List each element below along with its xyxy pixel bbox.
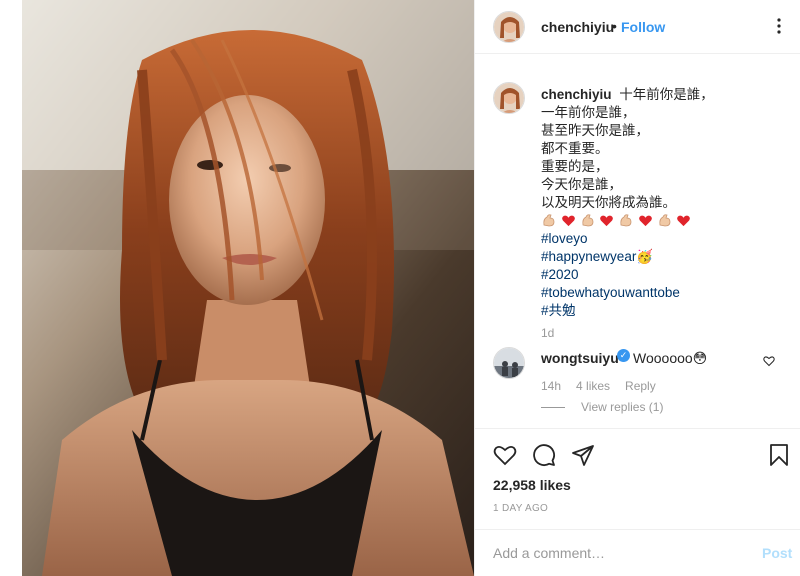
more-icon[interactable] [771, 17, 787, 35]
post-header: chenchiyiu • Follow [475, 0, 800, 54]
hashtag-link[interactable]: #2020 [541, 266, 791, 284]
caption-line-5: 重要的是， [541, 159, 609, 174]
comment-timestamp[interactable]: 14h [541, 379, 561, 393]
hashtag-link[interactable]: #happynewyear🥳 [541, 248, 791, 266]
heart-emoji-icon [638, 215, 652, 227]
verified-badge-icon: ✓ [617, 349, 630, 362]
separator-dot: • [612, 18, 617, 34]
flexed-arm-icon [581, 214, 593, 227]
comment-meta: 14h 4 likes Reply [541, 379, 671, 393]
author-avatar[interactable] [493, 11, 525, 43]
comment-likes[interactable]: 4 likes [576, 379, 610, 393]
commenter-username[interactable]: wongtsuiyu [541, 350, 619, 366]
follow-button[interactable]: Follow [621, 19, 665, 35]
comment-input[interactable] [493, 544, 733, 562]
hashtag-link[interactable]: #tobewhatyouwanttobe [541, 284, 791, 302]
comment-composer: Post [475, 529, 800, 576]
caption-line-1: 十年前你是誰， [619, 87, 714, 102]
caption-line-2: 一年前你是誰， [541, 105, 636, 120]
post-actions: 22,958 likes 1 DAY AGO Post [475, 428, 800, 576]
view-replies-button[interactable]: View replies (1) [541, 400, 663, 414]
share-icon[interactable] [571, 443, 595, 467]
caption-avatar[interactable] [493, 82, 525, 114]
hashtag-link[interactable]: #共勉 [541, 302, 791, 320]
heart-emoji-icon [600, 215, 614, 227]
comment-icon[interactable] [532, 443, 556, 467]
author-username[interactable]: chenchiyiu [541, 19, 614, 35]
post-comment-button[interactable]: Post [762, 545, 792, 561]
comment-text: Woooooo😳 [633, 350, 708, 366]
bookmark-icon[interactable] [767, 443, 791, 467]
heart-emoji-icon [677, 215, 691, 227]
post-photo[interactable] [0, 0, 474, 576]
portrait-image [22, 0, 474, 576]
caption-timestamp[interactable]: 1d [541, 326, 554, 340]
caption-line-4: 都不重要。 [541, 141, 609, 156]
replies-dash [541, 406, 565, 408]
flexed-arm-icon [543, 214, 555, 227]
flexed-arm-icon [659, 214, 670, 227]
view-replies-label: View replies (1) [581, 400, 664, 414]
post-details-panel: chenchiyiu • Follow chenchiyiu 十年前你是誰， 一… [474, 0, 800, 576]
comment-like-heart-icon[interactable] [763, 355, 775, 367]
caption-line-7: 以及明天你將成為誰。 [541, 195, 676, 210]
flexed-arm-icon [620, 214, 632, 227]
caption-line-3: 甚至昨天你是誰， [541, 123, 649, 138]
caption-text: chenchiyiu 十年前你是誰， 一年前你是誰， 甚至昨天你是誰， 都不重要… [541, 86, 791, 320]
likes-count[interactable]: 22,958 likes [493, 477, 571, 493]
emoji-row [541, 212, 791, 230]
hashtag-link[interactable]: #loveyo [541, 230, 791, 248]
comment-item: wongtsuiyu ✓ Woooooo😳 14h 4 likes Reply … [475, 344, 800, 424]
post-timestamp[interactable]: 1 DAY AGO [493, 503, 548, 514]
heart-icon[interactable] [493, 443, 517, 467]
caption-line-6: 今天你是誰， [541, 177, 622, 192]
photo-margin [0, 0, 22, 576]
caption-username[interactable]: chenchiyiu [541, 87, 612, 102]
commenter-avatar[interactable] [493, 347, 525, 379]
reply-button[interactable]: Reply [625, 379, 656, 393]
heart-emoji-icon [561, 215, 575, 227]
